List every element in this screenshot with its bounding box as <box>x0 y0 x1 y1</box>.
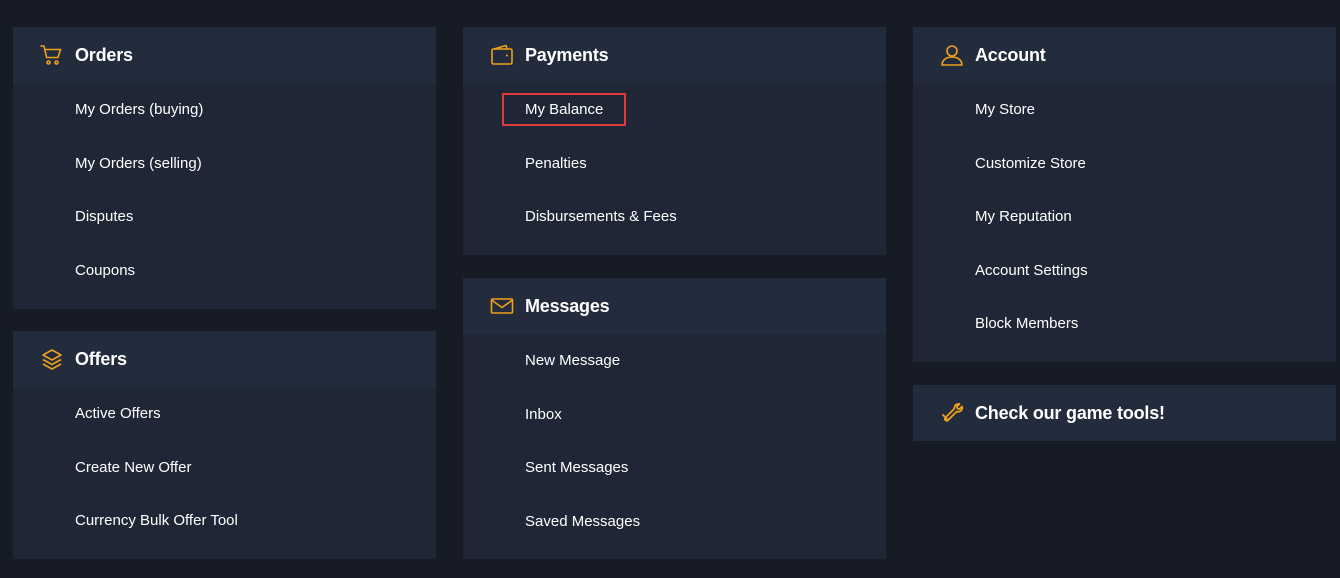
menu-item-active-offers[interactable]: Active Offers <box>13 387 436 441</box>
game-tools-title: Check our game tools! <box>975 402 1165 423</box>
menu-item-label: Penalties <box>525 154 587 172</box>
menu-item-my-orders-buying[interactable]: My Orders (buying) <box>13 83 436 137</box>
menu-item-sent-messages[interactable]: Sent Messages <box>463 441 886 495</box>
envelope-icon <box>489 293 515 319</box>
user-icon <box>939 42 965 68</box>
menu-item-label: My Balance <box>501 93 627 127</box>
wrench-icon <box>939 400 965 426</box>
menu-item-customize-store[interactable]: Customize Store <box>913 137 1336 191</box>
wallet-icon <box>489 42 515 68</box>
menu-item-coupons[interactable]: Coupons <box>13 244 436 298</box>
menu-item-block-members[interactable]: Block Members <box>913 297 1336 351</box>
orders-header: Orders <box>13 27 436 83</box>
offers-header: Offers <box>13 331 436 387</box>
shopping-cart-icon <box>39 42 65 68</box>
menu-item-label: Disputes <box>75 208 134 226</box>
payments-header: Payments <box>463 27 886 83</box>
account-title: Account <box>975 44 1046 65</box>
menu-item-label: Saved Messages <box>525 512 641 530</box>
menu-item-label: Create New Offer <box>75 458 192 476</box>
orders-title: Orders <box>75 44 133 65</box>
offers-panel: Offers Active Offers Create New Offer Cu… <box>13 331 436 559</box>
game-tools-link[interactable]: Check our game tools! <box>913 385 1336 441</box>
menu-item-my-store[interactable]: My Store <box>913 83 1336 137</box>
game-tools-panel: Check our game tools! <box>913 385 1336 441</box>
menu-item-my-balance[interactable]: My Balance <box>463 83 886 137</box>
account-header: Account <box>913 27 1336 83</box>
menu-item-create-new-offer[interactable]: Create New Offer <box>13 441 436 495</box>
menu-item-saved-messages[interactable]: Saved Messages <box>463 495 886 549</box>
payments-panel: Payments My Balance Penalties Disburseme… <box>463 27 886 255</box>
menu-item-label: My Orders (selling) <box>75 154 202 172</box>
payments-title: Payments <box>525 44 609 65</box>
menu-item-disbursements-fees[interactable]: Disbursements & Fees <box>463 190 886 244</box>
messages-header: Messages <box>463 278 886 334</box>
menu-item-penalties[interactable]: Penalties <box>463 137 886 191</box>
menu-item-new-message[interactable]: New Message <box>463 334 886 388</box>
menu-item-label: Coupons <box>75 261 136 279</box>
menu-item-label: Active Offers <box>75 405 161 423</box>
menu-item-label: New Message <box>525 352 621 370</box>
menu-item-label: Disbursements & Fees <box>525 208 677 226</box>
menu-item-label: Sent Messages <box>525 459 629 477</box>
orders-panel: Orders My Orders (buying) My Orders (sel… <box>13 27 436 309</box>
menu-item-label: My Orders (buying) <box>75 101 204 119</box>
menu-item-label: Currency Bulk Offer Tool <box>75 512 238 530</box>
account-panel: Account My Store Customize Store My Repu… <box>913 27 1336 362</box>
menu-item-label: Account Settings <box>975 261 1088 279</box>
messages-panel: Messages New Message Inbox Sent Messages… <box>463 278 886 559</box>
menu-item-label: My Store <box>975 101 1036 119</box>
messages-title: Messages <box>525 295 610 316</box>
menu-item-label: My Reputation <box>975 208 1072 226</box>
menu-item-label: Customize Store <box>975 154 1086 172</box>
offers-title: Offers <box>75 348 127 369</box>
menu-item-my-orders-selling[interactable]: My Orders (selling) <box>13 137 436 191</box>
menu-item-my-reputation[interactable]: My Reputation <box>913 190 1336 244</box>
menu-item-inbox[interactable]: Inbox <box>463 388 886 442</box>
menu-item-currency-bulk-offer-tool[interactable]: Currency Bulk Offer Tool <box>13 494 436 548</box>
layers-icon <box>39 346 65 372</box>
menu-item-account-settings[interactable]: Account Settings <box>913 244 1336 298</box>
menu-item-disputes[interactable]: Disputes <box>13 190 436 244</box>
menu-item-label: Inbox <box>525 405 562 423</box>
menu-item-label: Block Members <box>975 315 1079 333</box>
